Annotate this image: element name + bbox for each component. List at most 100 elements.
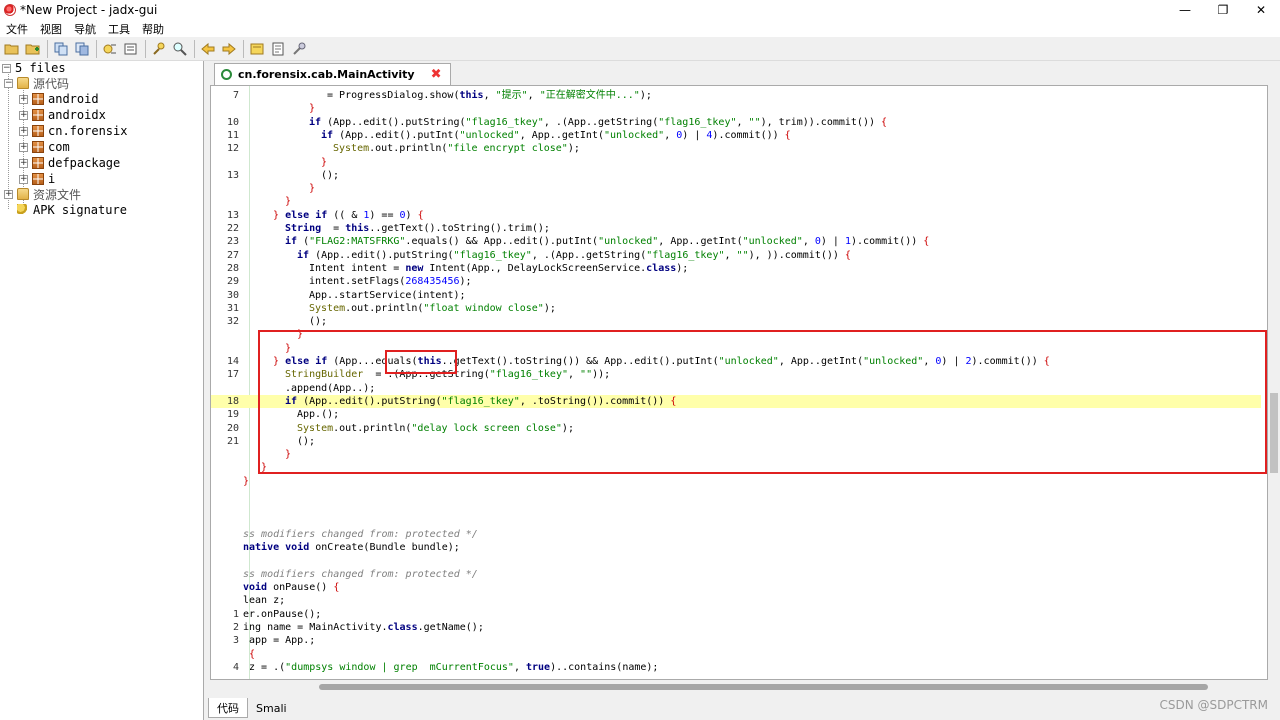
add-files-icon[interactable]	[23, 39, 43, 59]
menu-tools[interactable]: 工具	[102, 21, 136, 37]
code-text: ();	[321, 169, 340, 181]
code-line[interactable]	[211, 488, 1261, 501]
code-line[interactable]: 3 app = App.;	[211, 634, 1261, 647]
key-icon	[17, 204, 29, 216]
code-line[interactable]: 23 if ("FLAG2:MATSFRKG".equals() && App..…	[211, 235, 1261, 248]
close-tab-icon[interactable]: ✖	[431, 67, 442, 82]
log-icon[interactable]	[247, 39, 267, 59]
menu-view[interactable]: 视图	[34, 21, 68, 37]
vertical-scrollbar[interactable]	[1268, 85, 1280, 680]
tree-package-com[interactable]: + com	[19, 139, 70, 155]
package-icon	[32, 173, 44, 185]
code-line[interactable]: 27 if (App..edit().putString("flag16_tkey…	[211, 249, 1261, 262]
code-text: er.onPause();	[243, 608, 322, 620]
tree-package-android[interactable]: + android	[19, 91, 99, 107]
code-line[interactable]: {	[211, 648, 1261, 661]
code-line[interactable]: 10 if (App..edit().putString("flag16_tkey…	[211, 116, 1261, 129]
code-line[interactable]: 1 er.onPause();	[211, 608, 1261, 621]
settings-icon[interactable]	[268, 39, 288, 59]
tab-code[interactable]: 代码	[208, 698, 248, 718]
close-button[interactable]: ✕	[1242, 0, 1280, 20]
toolbar-separator	[47, 39, 48, 58]
code-line[interactable]: 13 ();	[211, 169, 1261, 182]
tree-package-androidx[interactable]: + androidx	[19, 107, 106, 123]
menu-navigate[interactable]: 导航	[68, 21, 102, 37]
expand-icon[interactable]: +	[19, 94, 28, 104]
expand-icon[interactable]: +	[19, 110, 28, 120]
expand-icon[interactable]: +	[4, 189, 13, 199]
preferences-icon[interactable]	[289, 39, 309, 59]
tree-source-folder[interactable]: − 源代码	[4, 75, 69, 91]
code-text: native void onCreate(Bundle bundle);	[243, 542, 460, 554]
decompile-icon[interactable]	[100, 39, 120, 59]
tab-main-activity[interactable]: cn.forensix.cab.MainActivity ✖	[214, 63, 451, 85]
code-line[interactable]: 12 System.out.println("file encrypt close…	[211, 142, 1261, 155]
code-line[interactable]: void onPause() {	[211, 581, 1261, 594]
vertical-scroll-thumb[interactable]	[1270, 393, 1278, 473]
collapse-icon[interactable]: −	[4, 78, 13, 88]
expand-icon[interactable]: +	[19, 142, 28, 152]
code-line[interactable]: 7 = ProgressDialog.show(this, "提示", "正在解…	[211, 89, 1261, 102]
code-line[interactable]: 4 z = .("dumpsys window | grep mCurrentF…	[211, 661, 1261, 674]
open-folder-icon[interactable]	[2, 39, 22, 59]
code-line[interactable]: lean z;	[211, 594, 1261, 607]
code-line[interactable]: 28 Intent intent = new Intent(App., Delay…	[211, 262, 1261, 275]
tree-resources-folder[interactable]: + 资源文件	[4, 186, 81, 202]
horizontal-scrollbar[interactable]	[211, 680, 1268, 694]
tree-resources-label: 资源文件	[33, 187, 82, 202]
expand-icon[interactable]: +	[19, 126, 28, 136]
code-line[interactable]: 2 ing name = MainActivity.class.getName()…	[211, 621, 1261, 634]
tab-smali[interactable]: Smali	[248, 702, 295, 715]
code-line[interactable]: native void onCreate(Bundle bundle);	[211, 541, 1261, 554]
tree-package-cn-forensix[interactable]: + cn.forensix	[19, 123, 127, 139]
search-icon[interactable]	[149, 39, 169, 59]
code-text: intent.setFlags(268435456);	[309, 276, 472, 288]
horizontal-scroll-thumb[interactable]	[319, 684, 1208, 690]
menu-file[interactable]: 文件	[0, 21, 34, 37]
code-editor[interactable]: 7 = ProgressDialog.show(this, "提示", "正在解…	[210, 85, 1268, 680]
code-line[interactable]: 22 String = this..getText().toString().tr…	[211, 222, 1261, 235]
expand-icon[interactable]: +	[19, 174, 28, 184]
menu-help[interactable]: 帮助	[136, 21, 170, 37]
minimize-button[interactable]: —	[1166, 0, 1204, 20]
maximize-button[interactable]: ❐	[1204, 0, 1242, 20]
tree-apk-signature[interactable]: APK signature	[17, 202, 127, 218]
code-text: } else if (( & 1) == 0) {	[273, 209, 424, 221]
save-all-icon[interactable]	[72, 39, 92, 59]
tree-source-label: 源代码	[33, 76, 70, 91]
code-line[interactable]: ss modifiers changed from: protected */	[211, 568, 1261, 581]
code-line[interactable]: }	[211, 475, 1261, 488]
code-line[interactable]	[211, 501, 1261, 514]
code-text: = ProgressDialog.show(this, "提示", "正在解密文…	[321, 90, 652, 101]
code-line[interactable]: }	[211, 195, 1261, 208]
code-line[interactable]: }	[211, 156, 1261, 169]
code-line[interactable]: 29 intent.setFlags(268435456);	[211, 275, 1261, 288]
code-line[interactable]: }	[211, 102, 1261, 115]
tree-package-defpackage[interactable]: + defpackage	[19, 155, 120, 171]
code-line[interactable]: }	[211, 182, 1261, 195]
annotation-box-small	[385, 350, 457, 374]
line-number: 22	[226, 223, 239, 234]
collapse-icon[interactable]: −	[2, 63, 11, 73]
code-line[interactable]: 31 System.out.println("float window close…	[211, 302, 1261, 315]
expand-icon[interactable]: +	[19, 158, 28, 168]
code-line[interactable]: 30 App..startService(intent);	[211, 289, 1261, 302]
code-line[interactable]: 11 if (App..edit().putInt("unlocked", App…	[211, 129, 1261, 142]
code-line[interactable]: ss modifiers changed from: protected */	[211, 528, 1261, 541]
line-number: 23	[226, 236, 239, 248]
export-icon[interactable]	[121, 39, 141, 59]
code-line[interactable]: 32 ();	[211, 315, 1261, 328]
forward-icon[interactable]	[219, 39, 239, 59]
code-text: void onPause() {	[243, 582, 340, 594]
code-line[interactable]	[211, 555, 1261, 568]
code-line[interactable]	[211, 515, 1261, 528]
line-number: 13	[226, 209, 239, 221]
find-icon[interactable]	[170, 39, 190, 59]
code-line[interactable]: 13 } else if (( & 1) == 0) {	[211, 209, 1261, 222]
window-title: *New Project - jadx-gui	[20, 3, 158, 17]
project-tree[interactable]: − 5 files − 源代码 + android + androidx + c…	[0, 61, 204, 720]
package-label: androidx	[48, 108, 106, 122]
sync-icon[interactable]	[51, 39, 71, 59]
line-number: 30	[226, 289, 239, 301]
back-icon[interactable]	[198, 39, 218, 59]
